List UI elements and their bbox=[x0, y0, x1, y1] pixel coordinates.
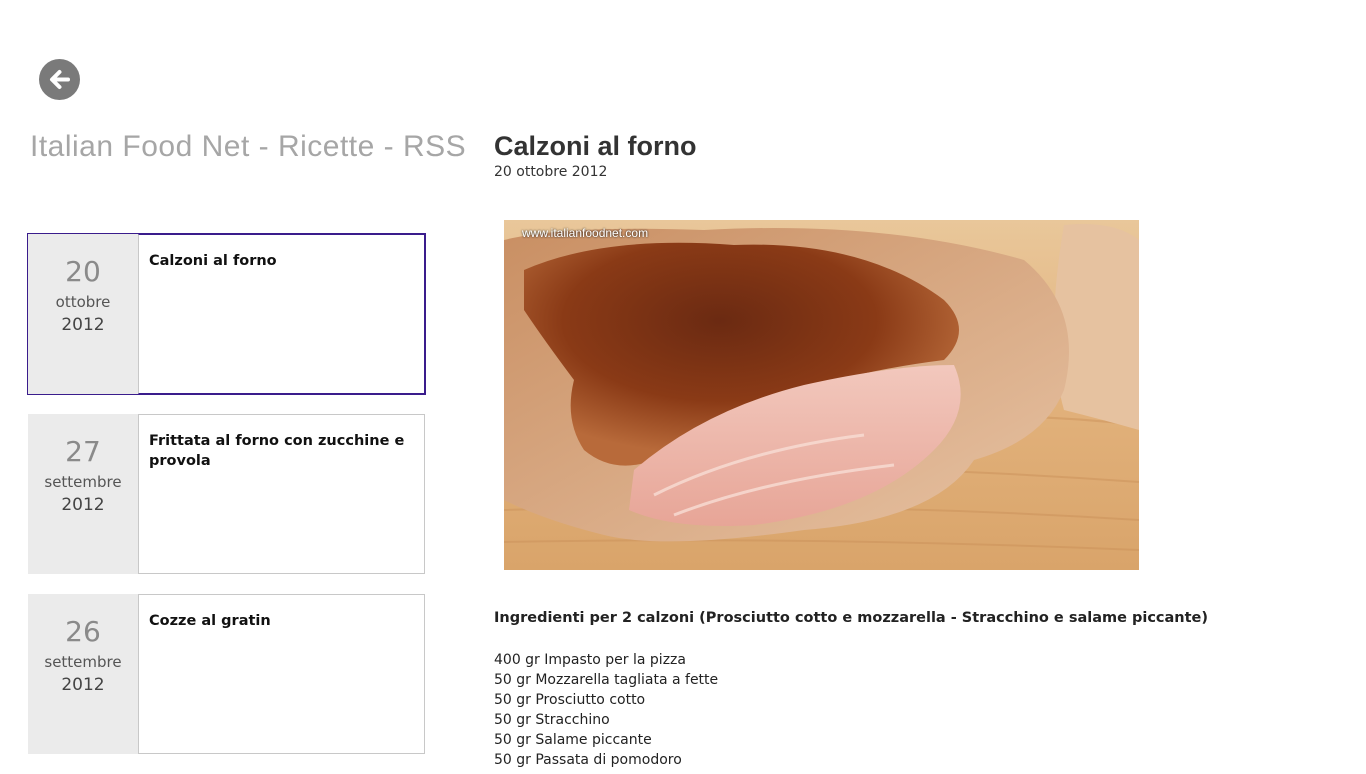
ingredient-item: 50 gr Stracchino bbox=[494, 712, 610, 728]
date-tile: 27 settembre 2012 bbox=[28, 414, 138, 574]
ingredient-item: 50 gr Prosciutto cotto bbox=[494, 692, 646, 708]
item-month: settembre bbox=[44, 473, 122, 491]
page-title: Italian Food Net - Ricette - RSS bbox=[30, 130, 467, 163]
recipe-photo: www.italianfoodnet.com bbox=[504, 220, 1139, 570]
item-month: settembre bbox=[44, 653, 122, 671]
ingredient-item: 400 gr Impasto per la pizza bbox=[494, 652, 686, 668]
date-tile: 26 settembre 2012 bbox=[28, 594, 138, 754]
feed-list: 20 ottobre 2012 Calzoni al forno 27 sett… bbox=[27, 233, 426, 774]
ingredients-heading: Ingredienti per 2 calzoni (Prosciutto co… bbox=[494, 610, 1209, 626]
ingredients-list: 400 gr Impasto per la pizza 50 gr Mozzar… bbox=[494, 650, 718, 770]
article-title: Calzoni al forno bbox=[494, 131, 697, 161]
item-year: 2012 bbox=[61, 315, 105, 335]
ingredient-item: 50 gr Mozzarella tagliata a fette bbox=[494, 672, 719, 688]
article-pane: Calzoni al forno 20 ottobre 2012 www.ita… bbox=[494, 128, 1354, 768]
list-item[interactable]: 20 ottobre 2012 Calzoni al forno bbox=[27, 233, 426, 395]
date-tile: 20 ottobre 2012 bbox=[28, 234, 138, 394]
item-year: 2012 bbox=[61, 495, 105, 515]
item-title: Frittata al forno con zucchine e provola bbox=[138, 414, 425, 574]
back-button[interactable] bbox=[39, 59, 80, 100]
item-year: 2012 bbox=[61, 675, 105, 695]
item-day: 26 bbox=[65, 615, 101, 648]
item-month: ottobre bbox=[55, 293, 111, 311]
ingredient-item: 50 gr Passata di pomodoro bbox=[494, 752, 682, 768]
ingredient-item: 50 gr Salame piccante bbox=[494, 732, 652, 748]
calzone-image bbox=[504, 220, 1139, 570]
list-item[interactable]: 27 settembre 2012 Frittata al forno con … bbox=[28, 414, 425, 574]
article-date: 20 ottobre 2012 bbox=[494, 164, 608, 180]
list-item[interactable]: 26 settembre 2012 Cozze al gratin bbox=[28, 594, 425, 754]
image-watermark: www.italianfoodnet.com bbox=[522, 226, 649, 240]
item-day: 27 bbox=[65, 435, 101, 468]
item-day: 20 bbox=[65, 255, 101, 288]
item-title: Cozze al gratin bbox=[138, 594, 425, 754]
item-title: Calzoni al forno bbox=[138, 234, 425, 394]
back-arrow-icon bbox=[50, 70, 70, 89]
